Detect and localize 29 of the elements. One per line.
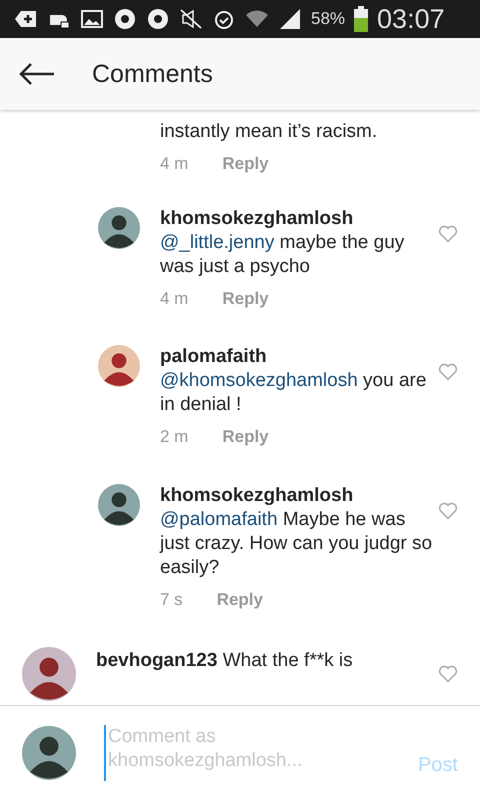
signal-icon xyxy=(278,7,302,31)
comment-text: bevhogan123 What the f**k is xyxy=(96,649,354,674)
avatar[interactable] xyxy=(98,345,140,388)
avatar[interactable] xyxy=(22,647,76,702)
battery-icon xyxy=(354,6,368,32)
image-icon xyxy=(80,7,104,31)
back-button[interactable] xyxy=(18,62,56,86)
comment-time: 7 s xyxy=(160,590,183,610)
username[interactable]: palomafaith xyxy=(160,346,267,368)
mention-link[interactable]: @_little.jenny xyxy=(160,232,274,253)
avatar[interactable] xyxy=(98,206,140,249)
comment-time: 4 m xyxy=(160,154,188,174)
mention-link[interactable]: @khomsokezghamlosh xyxy=(160,370,358,392)
comment-time: 2 m xyxy=(160,427,188,448)
avatar[interactable] xyxy=(22,726,76,780)
clock: 03:07 xyxy=(377,4,445,34)
comment-text: instantly mean it’s racism. xyxy=(160,120,378,144)
username[interactable]: khomsokezghamlosh xyxy=(160,484,354,506)
page-title: Comments xyxy=(92,60,213,88)
mention-link[interactable]: @palomafaith xyxy=(160,508,278,530)
avatar[interactable] xyxy=(98,484,140,526)
comment-text: @_little.jenny maybe the guy was just a psycho xyxy=(160,230,406,279)
mute-icon xyxy=(179,7,203,31)
comment-time: 4 m xyxy=(160,288,188,309)
comment-text: @palomafaith Maybe he was just crazy. How can you judgr so easily? xyxy=(160,508,434,580)
username[interactable]: khomsokezghamlosh xyxy=(160,208,354,229)
comment-text: @khomsokezghamlosh you are in denial ! xyxy=(160,369,428,418)
battery-percent: 58% xyxy=(311,9,346,29)
username[interactable]: bevhogan123 xyxy=(96,650,218,672)
